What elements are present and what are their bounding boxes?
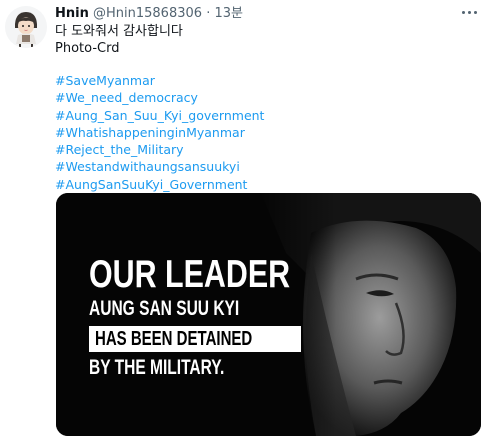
poster-highlight-box: HAS BEEN DETAINED <box>89 326 301 352</box>
hashtag-list: #SaveMyanmar #We_need_democracy #Aung_Sa… <box>55 72 264 193</box>
poster-line: AUNG SAN SUU KYI <box>89 297 240 320</box>
hashtag-link[interactable]: #Aung_San_Suu_Kyi_government <box>55 107 264 124</box>
poster-text: OUR LEADER AUNG SAN SUU KYI HAS BEEN DET… <box>89 253 347 381</box>
separator: · <box>206 6 211 21</box>
tweet-text: 다 도와줘서 감사합니다 Photo-Crd <box>55 23 183 57</box>
hashtag-link[interactable]: #Westandwithaungsansuukyi <box>55 158 264 175</box>
handle[interactable]: @Hnin15868306 <box>93 6 202 21</box>
timestamp[interactable]: 13분 <box>214 6 243 21</box>
poster-line: OUR LEADER <box>89 253 291 296</box>
poster-line: BY THE MILITARY. <box>89 356 225 379</box>
more-dots-icon[interactable] <box>456 2 482 22</box>
tweet-text-line: 다 도와줘서 감사합니다 <box>55 24 183 39</box>
hashtag-link[interactable]: #We_need_democracy <box>55 89 264 106</box>
tweet[interactable]: Hnin @Hnin15868306 · 13분 다 도와줘서 감사합니다 Ph… <box>0 0 500 438</box>
tweet-image[interactable]: OUR LEADER AUNG SAN SUU KYI HAS BEEN DET… <box>56 193 481 436</box>
tweet-header: Hnin @Hnin15868306 · 13분 <box>55 5 243 22</box>
avatar-cartoon-icon <box>5 6 47 48</box>
avatar[interactable] <box>5 6 47 48</box>
hashtag-link[interactable]: #WhatishappeninginMyanmar <box>55 124 264 141</box>
hashtag-link[interactable]: #Reject_the_Military <box>55 141 264 158</box>
tweet-text-line: Photo-Crd <box>55 41 120 56</box>
hashtag-link[interactable]: #SaveMyanmar <box>55 72 264 89</box>
display-name[interactable]: Hnin <box>55 6 89 21</box>
hashtag-link[interactable]: #AungSanSuuKyi_Government <box>55 176 264 193</box>
poster-line: HAS BEEN DETAINED <box>95 328 253 350</box>
